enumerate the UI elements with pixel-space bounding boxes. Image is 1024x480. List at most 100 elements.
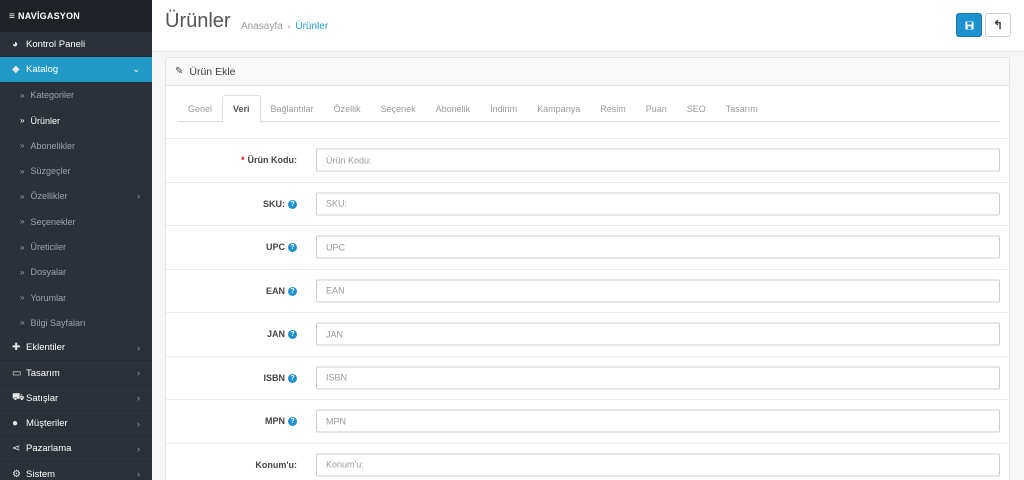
double-chevron-icon: » [20, 116, 25, 126]
chevron-right-icon: › [137, 342, 140, 353]
save-button[interactable] [956, 13, 982, 37]
sidebar-item-dashboard[interactable]: ◕ Kontrol Paneli [0, 32, 152, 58]
model-input[interactable] [316, 148, 1000, 172]
tab-bar: Genel Veri Bağlantılar Özellik Seçenek A… [178, 95, 1000, 123]
panel-title: Ürün Ekle [189, 65, 236, 78]
share-icon: ⋖ [12, 443, 21, 455]
breadcrumb-current[interactable]: Ürünler [295, 21, 328, 32]
double-chevron-icon: » [20, 166, 25, 176]
form-row-isbn: ISBN? [166, 355, 1009, 400]
sidebar-subitem-attributes[interactable]: » Özellikler › [0, 183, 152, 210]
field-label-text: JAN [266, 329, 285, 340]
help-icon[interactable]: ? [288, 373, 297, 383]
sidebar-subitem-categories[interactable]: » Kategoriler [0, 82, 152, 108]
tab-reward[interactable]: Puan [636, 95, 677, 122]
sidebar-item-design[interactable]: ▭ Tasarım › [0, 361, 152, 387]
sidebar-subitem-information[interactable]: » Bilgi Sayfaları [0, 310, 152, 336]
isbn-label: ISBN? [263, 373, 297, 383]
sku-input[interactable] [316, 192, 1000, 216]
sidebar-subitem-label: Yorumlar [30, 292, 67, 303]
tab-links[interactable]: Bağlantılar [261, 95, 324, 122]
tab-design[interactable]: Tasarım [716, 95, 768, 122]
back-button[interactable]: ↰ [985, 13, 1011, 37]
help-icon[interactable]: ? [288, 417, 297, 427]
double-chevron-icon: » [20, 90, 25, 100]
sidebar-item-extensions[interactable]: ✚ Eklentiler › [0, 336, 152, 361]
double-chevron-icon: » [20, 318, 25, 328]
sidebar: ≡ NAVİGASYON ◕ Kontrol Paneli ◆ Katalog … [0, 0, 152, 480]
tab-subscription[interactable]: Abonelik [426, 95, 481, 122]
page-header: Ürünler Anasayfa › Ürünler ↰ [152, 0, 1024, 52]
product-form-panel: ✎ Ürün Ekle Genel Veri Bağlantılar Özell… [165, 57, 1010, 480]
sidebar-subitem-filters[interactable]: » Süzgeçler [0, 158, 152, 184]
isbn-input[interactable] [316, 366, 1000, 390]
mpn-label: MPN? [265, 416, 297, 427]
tab-attribute[interactable]: Özellik [324, 95, 371, 122]
sidebar-subitem-subscriptions[interactable]: » Abonelikler [0, 133, 152, 159]
form-row-mpn: MPN? [166, 399, 1009, 443]
sidebar-subitem-reviews[interactable]: » Yorumlar [0, 284, 152, 311]
sidebar-subitem-manufacturers[interactable]: » Üreticiler [0, 234, 152, 260]
tab-option[interactable]: Seçenek [371, 95, 426, 122]
save-icon [964, 20, 974, 30]
user-icon: ● [12, 418, 19, 430]
help-icon[interactable]: ? [288, 243, 297, 253]
help-icon[interactable]: ? [288, 330, 297, 340]
tab-data[interactable]: Veri [222, 95, 261, 123]
sidebar-item-label: Tasarım [26, 367, 60, 379]
chevron-right-icon: › [137, 418, 140, 429]
sidebar-item-label: Satışlar [26, 392, 59, 404]
double-chevron-icon: » [20, 242, 25, 252]
tab-special[interactable]: Kampanya [527, 95, 590, 122]
form-row-sku: SKU:? [166, 181, 1009, 226]
sidebar-subitem-products[interactable]: » Ürünler [0, 107, 152, 134]
field-label-text: UPC [265, 242, 285, 253]
form-row-jan: JAN? [166, 312, 1009, 356]
tab-seo[interactable]: SEO [677, 95, 716, 122]
help-icon[interactable]: ? [288, 286, 297, 296]
chevron-right-icon: › [137, 469, 140, 480]
double-chevron-icon: » [20, 293, 25, 303]
tab-general[interactable]: Genel [178, 95, 222, 122]
sidebar-item-customers[interactable]: ● Müşteriler › [0, 411, 152, 437]
sidebar-item-sales[interactable]: ⛟ Satışlar › [0, 386, 152, 412]
tab-image[interactable]: Resim [590, 95, 636, 122]
tab-discount[interactable]: İndirim [480, 95, 527, 122]
required-marker: * [240, 155, 245, 166]
sidebar-subitem-label: Kategoriler [30, 90, 74, 101]
ean-input[interactable] [316, 279, 1000, 303]
form-row-location: Konum'u: [166, 442, 1009, 480]
catalog-submenu: » Kategoriler » Ürünler » Abonelikler » … [0, 82, 152, 336]
double-chevron-icon: » [20, 217, 25, 227]
mpn-input[interactable] [316, 409, 1000, 433]
model-label: * Ürün Kodu: [241, 155, 297, 165]
form-row-upc: UPC? [166, 225, 1009, 269]
upc-input[interactable] [316, 235, 1000, 259]
chevron-right-icon: › [137, 443, 140, 454]
sidebar-subitem-label: Bilgi Sayfaları [30, 317, 86, 328]
ean-label: EAN? [266, 286, 297, 296]
jan-input[interactable] [316, 322, 1000, 346]
form-row-model: * Ürün Kodu: [166, 138, 1009, 182]
sidebar-item-marketing[interactable]: ⋖ Pazarlama › [0, 437, 152, 463]
sidebar-item-catalog[interactable]: ◆ Katalog ⌄ [0, 57, 152, 83]
sidebar-subitem-downloads[interactable]: » Dosyalar [0, 259, 152, 285]
breadcrumb-separator-icon: › [287, 22, 291, 31]
sidebar-item-system[interactable]: ⚙ Sistem › [0, 462, 152, 480]
double-chevron-icon: » [20, 141, 25, 151]
sku-label: SKU:? [263, 199, 297, 209]
breadcrumb: Anasayfa › Ürünler [241, 21, 328, 32]
help-icon[interactable]: ? [288, 199, 297, 209]
location-input[interactable] [316, 453, 1000, 477]
sidebar-subitem-label: Dosyalar [30, 267, 66, 278]
breadcrumb-home[interactable]: Anasayfa [241, 21, 283, 32]
sidebar-subitem-label: Ürünler [30, 115, 60, 126]
page-title: Ürünler [165, 10, 231, 32]
sidebar-subitem-options[interactable]: » Seçenekler [0, 209, 152, 235]
form-row-ean: EAN? [166, 268, 1009, 313]
pencil-icon: ✎ [175, 66, 184, 77]
dashboard-icon: ◕ [12, 38, 19, 50]
sidebar-item-label: Müşteriler [26, 418, 68, 430]
menu-icon: ≡ [9, 10, 16, 22]
field-label-text: ISBN [263, 372, 285, 383]
